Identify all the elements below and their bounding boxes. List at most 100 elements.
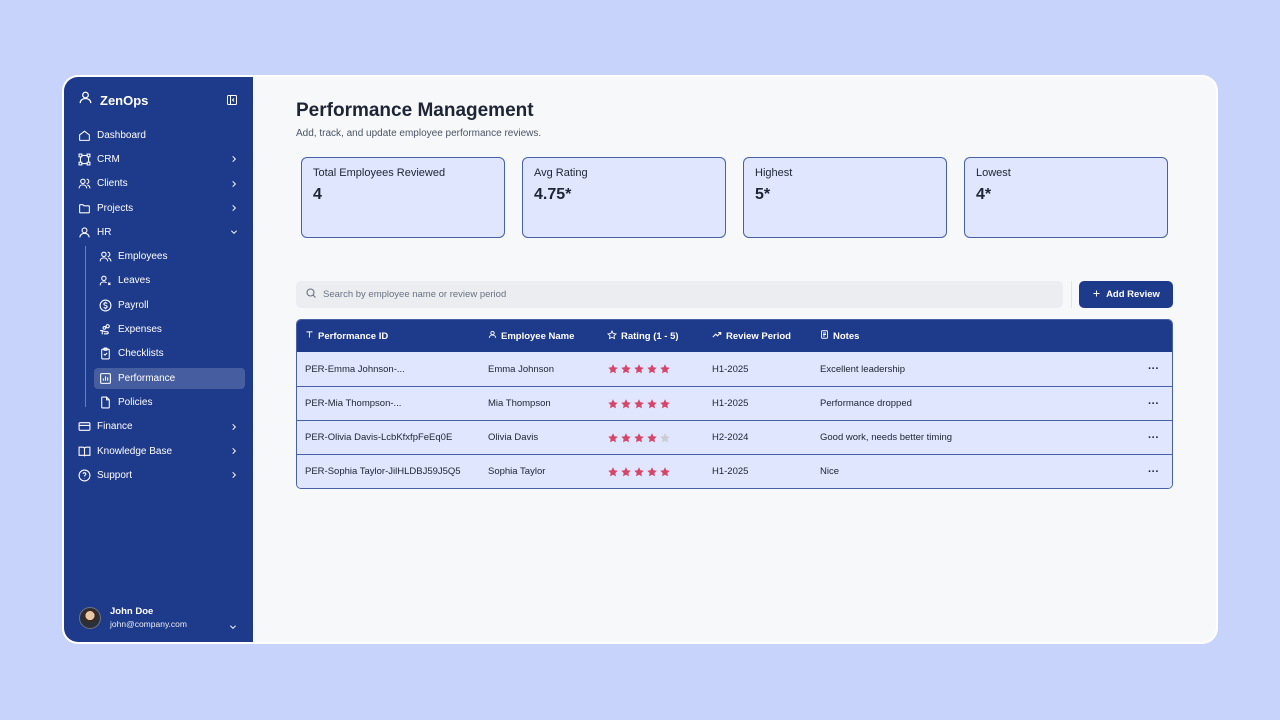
dollar-icon — [99, 299, 112, 312]
column-header-id[interactable]: Performance ID — [305, 330, 388, 342]
sidebar-item-label: Expenses — [118, 324, 162, 336]
chevron-right-icon — [230, 155, 238, 163]
star-filled-icon — [660, 466, 670, 476]
sidebar-item-label: Leaves — [118, 275, 151, 287]
rating-stars — [607, 363, 671, 375]
row-actions-icon[interactable]: ··· — [1148, 398, 1159, 410]
star-filled-icon — [608, 398, 618, 408]
performance-table: Performance ID Employee Name Rating (1 -… — [296, 319, 1173, 489]
star-filled-icon — [608, 364, 618, 374]
sidebar-item-knowledge-base[interactable]: Knowledge Base — [64, 439, 253, 463]
column-header-period[interactable]: Review Period — [712, 330, 791, 343]
sidebar-item-performance[interactable]: Performance — [64, 366, 253, 390]
star-empty-icon — [660, 432, 670, 442]
column-header-name[interactable]: Employee Name — [488, 330, 574, 342]
column-header-label: Review Period — [726, 330, 791, 342]
user-icon — [78, 226, 91, 239]
stat-card-lowest: Lowest 4* — [964, 157, 1168, 238]
stat-card-avg: Avg Rating 4.75* — [522, 157, 726, 238]
sidebar-item-checklists[interactable]: Checklists — [64, 342, 253, 366]
rating-stars — [607, 466, 671, 478]
column-header-notes[interactable]: Notes — [820, 330, 859, 342]
sidebar-item-label: Support — [97, 469, 133, 481]
column-header-label: Notes — [833, 330, 860, 342]
book-icon — [78, 445, 91, 458]
sidebar-item-finance[interactable]: Finance — [64, 415, 253, 439]
trending-up-icon — [712, 330, 722, 343]
row-actions-icon[interactable]: ··· — [1148, 363, 1159, 375]
cell-review-period: H1-2025 — [712, 398, 749, 409]
credit-card-icon — [78, 420, 91, 433]
cell-notes: Good work, needs better timing — [820, 432, 953, 443]
sidebar-item-policies[interactable]: Policies — [64, 390, 253, 414]
search-bar[interactable] — [296, 281, 1063, 308]
chevron-right-icon — [230, 204, 238, 212]
sidebar-item-clients[interactable]: Clients — [64, 172, 253, 196]
sidebar-item-label: HR — [97, 226, 112, 238]
sidebar-nav: Dashboard CRM Clients Projects HR Employ… — [64, 123, 253, 487]
collapse-sidebar-icon[interactable] — [226, 93, 238, 105]
star-filled-icon — [621, 398, 631, 408]
star-filled-icon — [647, 364, 657, 374]
cell-notes: Nice — [820, 466, 840, 477]
table-row[interactable]: PER-Olivia Davis-LcbKfxfpFeEq0E Olivia Da… — [297, 420, 1172, 454]
sidebar-item-crm[interactable]: CRM — [64, 147, 253, 171]
sidebar-item-expenses[interactable]: Expenses — [64, 317, 253, 341]
sidebar-item-dashboard[interactable]: Dashboard — [64, 123, 253, 147]
sidebar-item-label: Payroll — [118, 299, 149, 311]
sidebar-item-payroll[interactable]: Payroll — [64, 293, 253, 317]
help-circle-icon — [78, 469, 91, 482]
sidebar: ZenOps Dashboard CRM Clients Projects HR… — [64, 77, 253, 642]
row-actions-icon[interactable]: ··· — [1148, 432, 1159, 444]
star-icon — [607, 329, 617, 343]
cell-performance-id: PER-Mia Thompson-... — [305, 398, 402, 409]
sidebar-item-label: Dashboard — [97, 129, 146, 141]
stat-card-total: Total Employees Reviewed 4 — [301, 157, 505, 238]
app-name: ZenOps — [100, 92, 149, 108]
sidebar-item-hr[interactable]: HR — [64, 220, 253, 244]
table-row[interactable]: PER-Emma Johnson-... Emma Johnson H1-2025 E… — [297, 352, 1172, 386]
text-type-icon — [305, 330, 314, 342]
search-icon — [305, 286, 317, 304]
stat-value: 4.75* — [534, 186, 572, 203]
search-input[interactable] — [323, 289, 1023, 300]
stat-card-highest: Highest 5* — [743, 157, 947, 238]
row-actions-icon[interactable]: ··· — [1148, 466, 1159, 478]
column-header-label: Employee Name — [501, 330, 575, 342]
users-icon — [78, 177, 91, 190]
chevron-right-icon — [230, 180, 238, 188]
cell-performance-id: PER-Sophia Taylor-JilHLDBJ59J5Q5 — [305, 466, 461, 477]
user-profile[interactable]: John Doe john@company.com — [79, 606, 187, 629]
star-filled-icon — [634, 398, 644, 408]
table-row[interactable]: PER-Mia Thompson-... Mia Thompson H1-2025 P… — [297, 386, 1172, 420]
star-filled-icon — [621, 432, 631, 442]
sidebar-item-employees[interactable]: Employees — [64, 244, 253, 268]
cell-notes: Excellent leadership — [820, 363, 906, 375]
sidebar-item-label: Policies — [118, 396, 153, 408]
chevron-down-icon[interactable] — [229, 618, 237, 630]
column-header-rating[interactable]: Rating (1 - 5) — [607, 329, 679, 343]
star-filled-icon — [647, 466, 657, 476]
star-filled-icon — [608, 466, 618, 476]
chevron-right-icon — [230, 471, 238, 479]
cell-review-period: H2-2024 — [712, 432, 749, 443]
sidebar-item-leaves[interactable]: Leaves — [64, 269, 253, 293]
add-review-button[interactable]: Add Review — [1079, 281, 1173, 308]
folder-icon — [78, 202, 91, 215]
star-filled-icon — [621, 466, 631, 476]
sidebar-item-label: Knowledge Base — [97, 445, 173, 457]
table-row[interactable]: PER-Sophia Taylor-JilHLDBJ59J5Q5 Sophia T… — [297, 454, 1172, 488]
stat-label: Highest — [755, 167, 793, 179]
star-filled-icon — [660, 364, 670, 374]
column-header-label: Performance ID — [318, 330, 389, 342]
sidebar-item-projects[interactable]: Projects — [64, 196, 253, 220]
cell-review-period: H1-2025 — [712, 466, 749, 477]
main-content: Performance Management Add, track, and u… — [253, 77, 1216, 642]
hand-coins-icon — [99, 323, 112, 336]
sidebar-item-support[interactable]: Support — [64, 463, 253, 487]
note-icon — [820, 330, 829, 342]
cell-performance-id: PER-Olivia Davis-LcbKfxfpFeEq0E — [305, 432, 453, 443]
rating-stars — [607, 398, 671, 410]
sidebar-item-label: Performance — [118, 372, 176, 384]
chevron-right-icon — [230, 447, 238, 455]
